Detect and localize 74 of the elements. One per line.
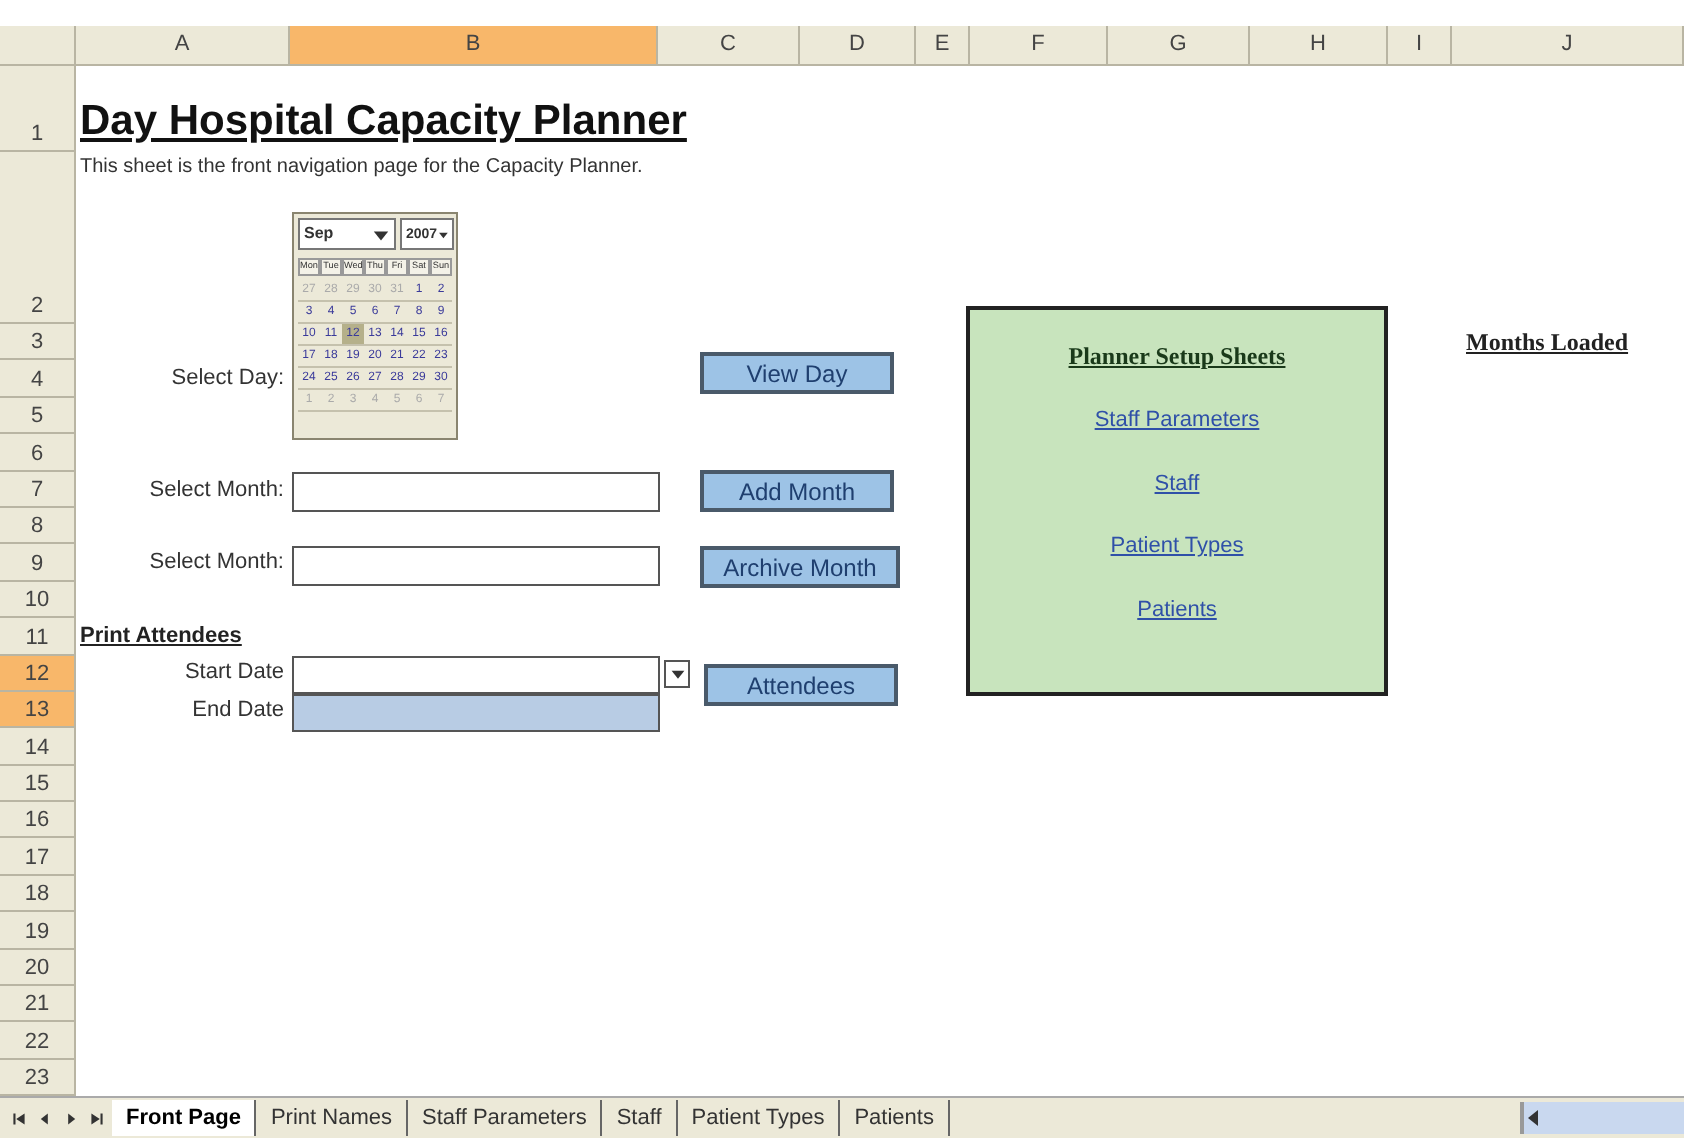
sheet-tab[interactable]: Patient Types <box>677 1099 841 1137</box>
row-header[interactable]: 2 <box>0 152 76 324</box>
column-header[interactable]: F <box>970 26 1108 66</box>
sheet-tab[interactable]: Staff <box>602 1099 678 1137</box>
row-header[interactable]: 19 <box>0 912 76 950</box>
sheet-link[interactable]: Staff <box>1154 467 1200 500</box>
sheet-title: Day Hospital Capacity Planner <box>78 95 689 147</box>
row-header[interactable]: 16 <box>0 802 76 839</box>
row-header[interactable]: 21 <box>0 986 76 1023</box>
row-header[interactable]: 9 <box>0 544 76 582</box>
row-header[interactable]: 14 <box>0 728 76 766</box>
column-header[interactable]: E <box>916 26 970 66</box>
date-label: End Date <box>190 695 286 726</box>
row-header[interactable]: 12 <box>0 655 76 692</box>
tab-scroll-right-icon[interactable] <box>90 1111 104 1125</box>
row-header[interactable]: 3 <box>0 324 76 361</box>
row-header[interactable]: 6 <box>0 434 76 472</box>
section-heading: Months Loaded <box>1464 326 1631 361</box>
row-header[interactable]: 15 <box>0 765 76 803</box>
row-header[interactable]: 11 <box>0 618 76 656</box>
row-header[interactable]: 17 <box>0 838 76 876</box>
corner-cell[interactable] <box>0 26 76 66</box>
sheet-link[interactable]: Staff Parameters <box>1094 404 1260 437</box>
sheet-tab[interactable]: Staff Parameters <box>407 1099 603 1137</box>
attendees-button[interactable]: Attendees <box>704 664 898 706</box>
row-header[interactable]: 4 <box>0 360 76 398</box>
column-header[interactable]: J <box>1452 26 1684 66</box>
row-header[interactable]: 23 <box>0 1059 76 1096</box>
column-header[interactable]: C <box>658 26 800 66</box>
column-header[interactable]: D <box>800 26 916 66</box>
sheet-tab[interactable]: Front Page <box>112 1099 257 1137</box>
description-text: This sheet is the front navigation page for the Capacity Planner. <box>78 154 645 182</box>
panel-heading: Planner Setup Sheets <box>1068 340 1286 374</box>
dropdown-arrow-icon[interactable] <box>372 225 390 243</box>
select-month-label: Select Month: <box>147 548 286 579</box>
sheet-tab[interactable]: Patients <box>840 1099 950 1137</box>
tab-scroll-left-icon[interactable] <box>12 1111 26 1125</box>
row-header[interactable]: 20 <box>0 949 76 987</box>
column-header[interactable]: B <box>290 26 658 66</box>
date-label: Start Date <box>182 658 286 689</box>
row-header[interactable]: 18 <box>0 875 76 913</box>
column-header[interactable]: I <box>1388 26 1452 66</box>
dropdown-arrow-icon[interactable] <box>437 227 448 241</box>
date-input-field[interactable] <box>292 694 660 732</box>
sheet-link[interactable]: Patient Types <box>1110 530 1244 563</box>
dropdown-button[interactable] <box>664 660 690 688</box>
scroll-left-icon[interactable] <box>1524 1108 1544 1128</box>
section-heading: Print Attendees <box>78 622 244 653</box>
date-input-field[interactable] <box>292 656 660 694</box>
row-header[interactable]: 1 <box>0 66 76 152</box>
sheet-tab[interactable]: Print Names <box>256 1099 408 1137</box>
dropdown-arrow-icon[interactable] <box>669 666 685 682</box>
column-header[interactable]: A <box>76 26 290 66</box>
month-input-field[interactable] <box>292 546 660 586</box>
column-header[interactable]: H <box>1250 26 1388 66</box>
row-header[interactable]: 22 <box>0 1022 76 1060</box>
horizontal-scrollbar[interactable] <box>1520 1102 1684 1134</box>
select-month-label: Select Month: <box>147 475 286 505</box>
row-header[interactable]: 10 <box>0 581 76 619</box>
row-header[interactable]: 13 <box>0 691 76 729</box>
tab-scroll-left-icon[interactable] <box>38 1111 52 1125</box>
tab-scroll-right-icon[interactable] <box>64 1111 78 1125</box>
column-header[interactable]: G <box>1108 26 1250 66</box>
view-day-button[interactable]: View Day <box>700 352 894 394</box>
row-header[interactable]: 5 <box>0 397 76 435</box>
month-dropdown[interactable]: Sep <box>298 218 396 250</box>
month-input-field[interactable] <box>292 472 660 512</box>
row-header[interactable]: 8 <box>0 507 76 545</box>
select-day-label: Select Day: <box>169 364 286 395</box>
sheet-link[interactable]: Patients <box>1137 593 1217 626</box>
month-value: Sep <box>304 226 334 242</box>
row-header[interactable]: 7 <box>0 471 76 508</box>
add-month-button[interactable]: Add Month <box>700 470 894 512</box>
archive-month-button[interactable]: Archive Month <box>700 546 900 588</box>
